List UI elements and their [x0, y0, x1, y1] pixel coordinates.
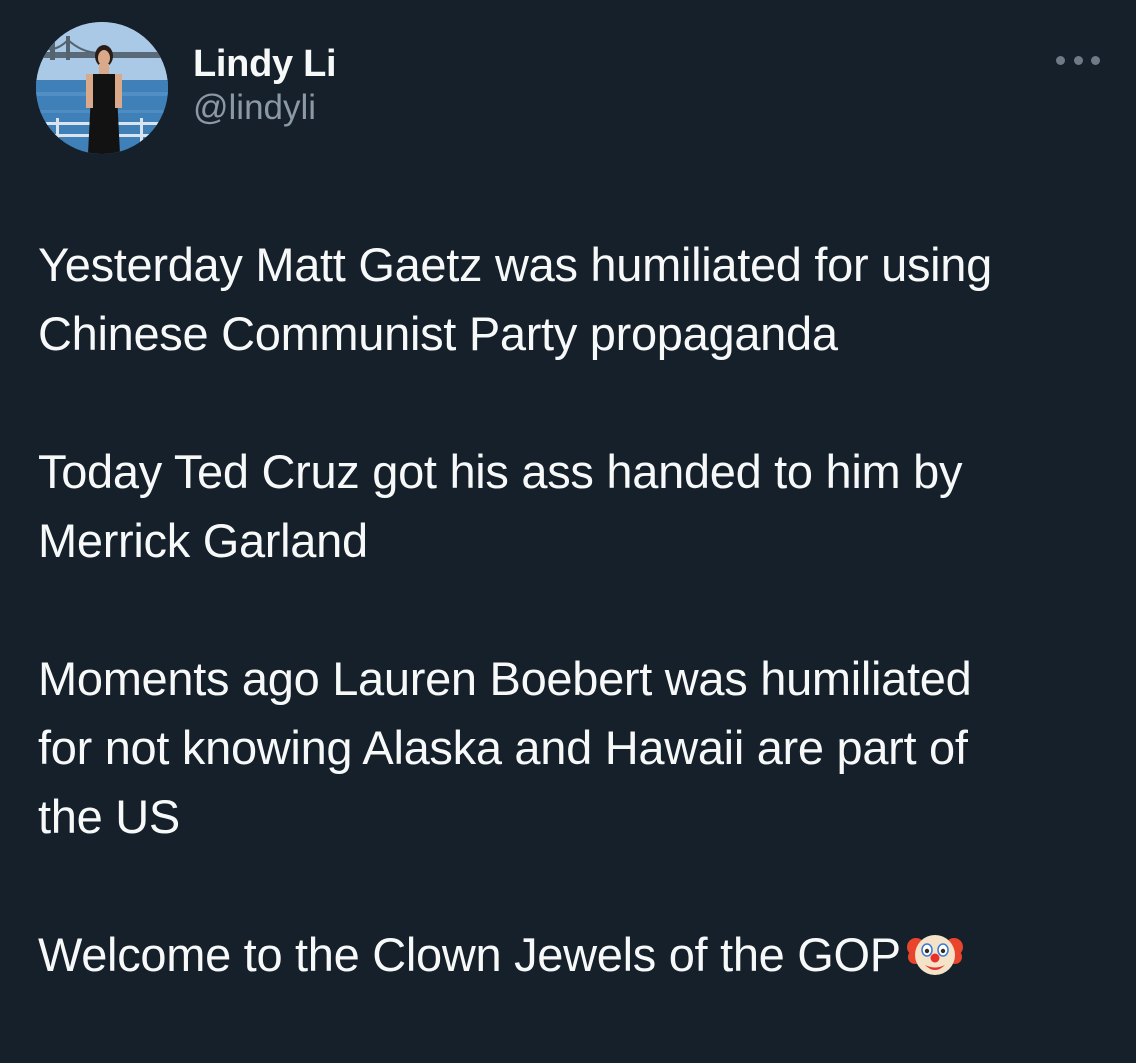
- tweet-last-paragraph: Welcome to the Clown Jewels of the GOP: [38, 920, 1118, 989]
- more-dot: [1091, 55, 1100, 65]
- more-options-icon[interactable]: [1056, 48, 1100, 72]
- tweet-card: Lindy Li @lindyli Yesterday Matt Gaetz w…: [0, 0, 1136, 1063]
- avatar[interactable]: [36, 22, 168, 154]
- tweet-paragraph: Welcome to the Clown Jewels of the GOP: [38, 928, 901, 981]
- tweet-text: Yesterday Matt Gaetz was humiliated for …: [38, 230, 1118, 989]
- more-dot: [1073, 55, 1083, 65]
- tweet-paragraph: Yesterday Matt Gaetz was humiliated for …: [38, 238, 992, 360]
- clown-face-emoji-icon: [906, 935, 963, 975]
- more-dot: [1056, 55, 1065, 65]
- author-display-name[interactable]: Lindy Li: [193, 42, 337, 86]
- avatar-photo: [36, 22, 168, 154]
- author-handle[interactable]: @lindyli: [193, 86, 336, 130]
- tweet-header: Lindy Li @lindyli: [36, 22, 1100, 156]
- tweet-paragraph: Moments ago Lauren Boebert was humiliate…: [38, 652, 972, 843]
- author-names: Lindy Li @lindyli: [193, 42, 337, 130]
- tweet-paragraph: Today Ted Cruz got his ass handed to him…: [38, 445, 963, 567]
